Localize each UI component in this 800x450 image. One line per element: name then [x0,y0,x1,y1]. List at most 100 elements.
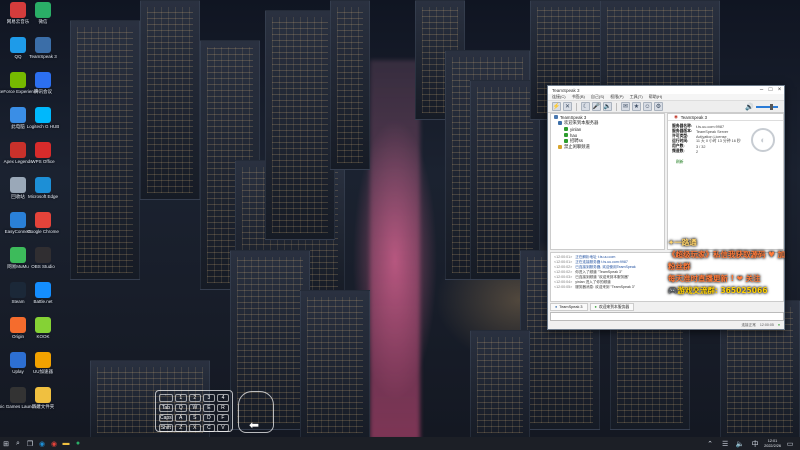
connection-status: 连接正常 [741,322,756,327]
desktop-icon[interactable]: Logitech G HUB [26,107,60,141]
server-tab-icon: ● [555,305,558,309]
keyboard-key: Shift [159,424,173,432]
desktop-icon-label: UU加速器 [33,369,53,374]
keyboard-input-overlay: ` 1 2 3 4 Tab Q W E R Caps A S D F Shift Z X C V [155,390,233,432]
kook-icon [35,317,51,333]
tree-item-icon [564,127,568,131]
tab-server[interactable]: ● TeamSpeak 3 [550,303,588,311]
network-icon[interactable]: ☰ [719,438,731,450]
desktop-icon[interactable]: Google Chrome [27,212,59,246]
desktop-icon-label: 网易云音乐 [6,19,30,24]
mute-microphone-icon[interactable]: 🎤 [592,102,601,111]
minimize-icon[interactable]: – [757,86,766,94]
notification-icon[interactable]: ▭ [784,438,796,450]
menu-permissions[interactable]: 权限(P) [610,94,623,100]
desktop-icon[interactable]: TeamSpeak 3 [28,37,58,71]
window-title: TeamSpeak 3 [552,87,580,93]
tree-row[interactable]: 禁止闲聊频道 [551,144,664,150]
tree-item-icon [558,145,562,149]
keyboard-key: C [202,424,215,432]
log-timestamp: <12:00:02> [554,265,573,269]
volume-slider[interactable] [756,104,778,110]
desktop-icon-label: Logitech G HUB [26,124,60,129]
menu-bookmarks[interactable]: 书签(B) [572,94,585,100]
nvidia-icon [10,72,26,88]
desktop-icon[interactable]: Battle.net [28,282,58,316]
chrome-icon[interactable]: ◉ [48,438,60,450]
tray-arrow-icon[interactable]: ⌃ [704,438,716,450]
channel-tree[interactable]: TeamSpeak 3 欢迎来到本服务器 yinlan hao 招聘ss 禁止闲聊频道 [550,113,665,250]
keyboard-key: Z [174,424,187,432]
log-timestamp: <12:00:03> [554,275,573,279]
desktop-icon[interactable]: Microsoft Edge [28,177,58,211]
origin-icon [10,317,26,333]
keyboard-key: Caps [159,414,173,422]
close-icon[interactable]: × [775,86,784,94]
keyboard-key: Tab [159,404,173,412]
vpn-icon [10,212,26,228]
log-message: 正在连接服务器 t.ts.uu.com:9987 [575,260,628,264]
connect-icon[interactable]: ⚡ [552,102,561,111]
status-bar: 连接正常 12:00:05 ● [548,321,784,329]
settings-icon[interactable]: ⚙ [654,102,663,111]
desktop-icon[interactable]: WPS Office [28,142,58,176]
desktop-icon-label: 新建文件夹 [31,404,55,409]
tree-item-label: 欢迎来到本服务器 [564,120,599,125]
keyboard-key: R [216,404,229,412]
tab-channel[interactable]: ● 欢迎来到本服务器 [589,303,635,311]
task-view-icon[interactable]: ❐ [24,438,36,450]
desktop-icon[interactable]: KOOK [28,317,58,351]
toolbar: ⚡ ✕ ☾ 🎤 🔈 ✉ ★ ☺ ⚙ 🔊 [548,101,784,113]
explorer-icon[interactable]: ▬ [60,438,72,450]
edge-icon[interactable]: ◉ [36,438,48,450]
keyboard-key: 2 [188,394,201,402]
desktop-icon-label: Battle.net [33,299,53,304]
keyboard-key: 4 [216,394,229,402]
menu-tools[interactable]: 工具(T) [630,94,643,100]
menu-self[interactable]: 自己(S) [591,94,604,100]
disconnect-icon[interactable]: ✕ [563,102,572,111]
desktop-icon-label: 此电脑 [11,124,25,129]
keyboard-key: F [216,414,229,422]
input-language[interactable]: 中 [749,438,761,450]
desktop-icon-label: QQ [14,54,22,59]
teamspeak-icon [35,37,51,53]
keyboard-key: D [202,414,215,422]
menu-help[interactable]: 帮助(H) [649,94,663,100]
keyboard-key: 1 [174,394,187,402]
desktop-icon[interactable]: 新建文件夹 [28,387,58,421]
recycle-bin-icon [10,177,26,193]
mute-speaker-icon[interactable]: 🔈 [603,102,612,111]
desktop-icon[interactable]: OBS Studio [28,247,58,281]
folder-icon [35,387,51,403]
contacts-icon[interactable]: ☺ [643,102,652,111]
desktop-icon[interactable]: 微信 [28,2,58,36]
obs-icon [35,247,51,263]
desktop-icon[interactable]: 腾讯会议 [28,72,58,106]
desktop-icon-label: 微信 [38,19,48,24]
log-message: yinlan 进入了你的频道 [575,280,611,284]
logitech-icon [35,107,51,123]
info-tab[interactable]: ◉ TeamSpeak 3 [668,114,783,121]
info-key: 频道数: [672,149,685,153]
computer-icon [10,107,26,123]
desktop-icon[interactable]: UU加速器 [28,352,58,386]
wechat-icon[interactable]: ● [72,438,84,450]
menu-connections[interactable]: 连接(C) [552,94,566,100]
chat-icon[interactable]: ✉ [621,102,630,111]
info-tab-label: TeamSpeak 3 [680,114,708,120]
refresh-link[interactable]: 刷新 [668,160,783,165]
title-bar[interactable]: TeamSpeak 3 – □ × [548,86,784,94]
away-icon[interactable]: ☾ [581,102,590,111]
search-icon[interactable]: ⌕ [12,438,24,450]
info-value: TeamSpeak Server [696,129,729,134]
start-icon[interactable]: ⊞ [0,438,12,450]
clock[interactable]: 12:01 2022/2/26 [764,439,781,448]
chat-input[interactable] [550,312,784,321]
maximize-icon[interactable]: □ [766,86,775,94]
overlay-line-4: 🎮游戏交流群: 365025066 [668,286,768,295]
log-timestamp: <12:00:02> [554,270,573,274]
keyboard-key: ` [159,394,173,402]
bookmark-icon[interactable]: ★ [632,102,641,111]
speaker-icon[interactable]: 🔈 [734,438,746,450]
